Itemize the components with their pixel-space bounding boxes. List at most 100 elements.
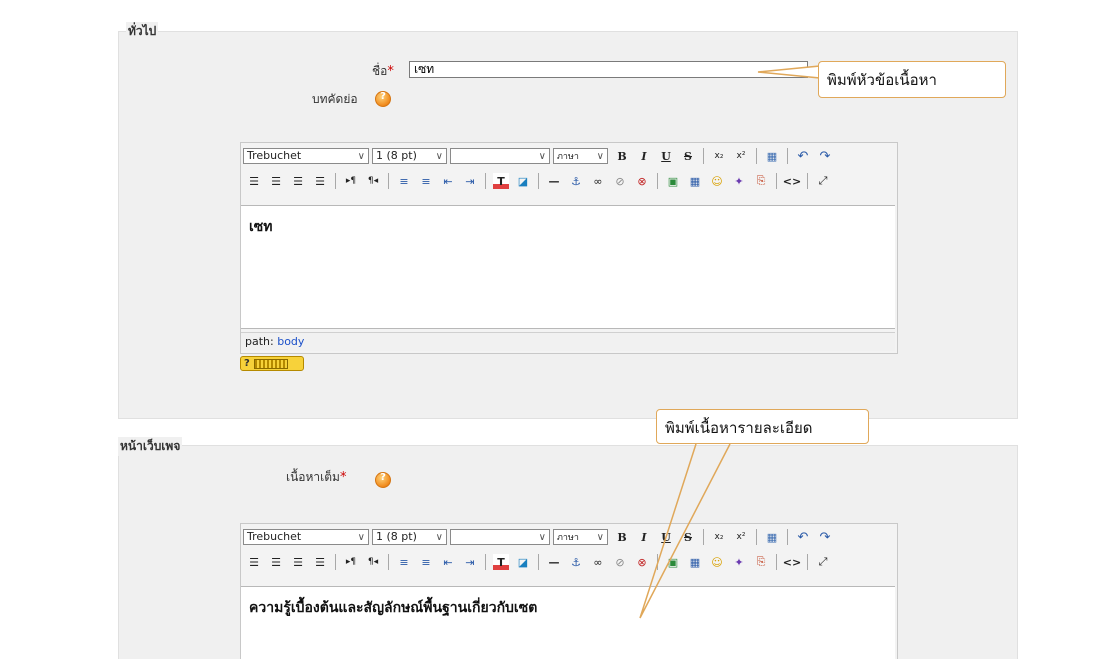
link-icon[interactable]: ∞ bbox=[590, 554, 606, 570]
undo-icon[interactable]: ↶ bbox=[795, 529, 811, 545]
italic-button[interactable]: I bbox=[636, 529, 652, 545]
special-char-icon[interactable]: ✦ bbox=[731, 173, 747, 189]
paste-text-icon[interactable]: ⎘ bbox=[753, 554, 769, 570]
size-select-value: 1 (8 pt) bbox=[376, 530, 417, 543]
name-label-text: ชื่อ bbox=[372, 64, 388, 78]
bold-button[interactable]: B bbox=[614, 148, 630, 164]
align-center-icon[interactable]: ☰ bbox=[268, 173, 284, 189]
size-select-value: 1 (8 pt) bbox=[376, 149, 417, 162]
link-icon[interactable]: ∞ bbox=[590, 173, 606, 189]
subscript-button[interactable]: x₂ bbox=[711, 148, 727, 164]
superscript-button[interactable]: x² bbox=[733, 529, 749, 545]
align-left-icon[interactable]: ☰ bbox=[246, 554, 262, 570]
path-body-link[interactable]: body bbox=[277, 335, 304, 348]
indent-icon[interactable]: ⇥ bbox=[462, 554, 478, 570]
ordered-list-icon[interactable]: ≡ bbox=[396, 173, 412, 189]
toolbar-separator bbox=[538, 173, 539, 189]
anchor-icon[interactable]: ⚓ bbox=[568, 554, 584, 570]
smiley-icon[interactable]: ☺ bbox=[709, 173, 725, 189]
content-help-icon[interactable] bbox=[375, 472, 391, 488]
rtl-icon[interactable]: ¶◂ bbox=[365, 554, 381, 570]
unlink-icon[interactable]: ⊘ bbox=[612, 554, 628, 570]
superscript-button[interactable]: x² bbox=[733, 148, 749, 164]
fullscreen-icon[interactable]: ⤢ bbox=[815, 554, 831, 570]
general-legend: ทั่วไป bbox=[126, 22, 159, 41]
page: ทั่วไป ชื่อ* บทคัดย่อ Trebuchet∨ 1 (8 pt… bbox=[0, 0, 1108, 659]
insert-table-icon[interactable]: ▦ bbox=[687, 554, 703, 570]
paste-word-icon[interactable]: ▦ bbox=[764, 529, 780, 545]
smiley-icon[interactable]: ☺ bbox=[709, 554, 725, 570]
content-label-text: เนื้อหาเต็ม bbox=[286, 470, 340, 484]
language-select[interactable]: ภาษา ∨ bbox=[553, 529, 608, 545]
undo-icon[interactable]: ↶ bbox=[795, 148, 811, 164]
unlink-icon[interactable]: ⊘ bbox=[612, 173, 628, 189]
paste-text-icon[interactable]: ⎘ bbox=[753, 173, 769, 189]
align-right-icon[interactable]: ☰ bbox=[290, 554, 306, 570]
anchor-icon[interactable]: ⚓ bbox=[568, 173, 584, 189]
html-source-icon[interactable]: <> bbox=[783, 173, 801, 189]
chevron-down-icon: ∨ bbox=[538, 151, 546, 162]
language-select-value: ภาษา bbox=[557, 152, 579, 162]
outdent-icon[interactable]: ⇤ bbox=[440, 173, 456, 189]
language-select[interactable]: ภาษา ∨ bbox=[553, 148, 608, 164]
text-color-icon[interactable]: T bbox=[493, 173, 509, 189]
size-select[interactable]: 1 (8 pt) ∨ bbox=[372, 529, 447, 545]
font-select[interactable]: Trebuchet ∨ bbox=[243, 148, 369, 164]
keyboard-help-label: ? bbox=[244, 358, 250, 369]
subscript-button[interactable]: x₂ bbox=[711, 529, 727, 545]
editor2-toolbar-row2: ☰ ☰ ☰ ☰ ▸¶ ¶◂ ≡ ≡ ⇤ ⇥ T ◪ — ⚓ ∞ ⊘ ⊗ ▣ ▦ … bbox=[243, 551, 834, 573]
ltr-icon[interactable]: ▸¶ bbox=[343, 554, 359, 570]
html-source-icon[interactable]: <> bbox=[783, 554, 801, 570]
unordered-list-icon[interactable]: ≡ bbox=[418, 173, 434, 189]
size-select[interactable]: 1 (8 pt) ∨ bbox=[372, 148, 447, 164]
content-editor-area[interactable]: ความรู้เบื้องต้นและสัญลักษณ์พื้นฐานเกี่ย… bbox=[241, 586, 895, 659]
underline-button[interactable]: U bbox=[658, 148, 674, 164]
redo-icon[interactable]: ↷ bbox=[817, 529, 833, 545]
toolbar-separator bbox=[776, 554, 777, 570]
special-char-icon[interactable]: ✦ bbox=[731, 554, 747, 570]
justify-icon[interactable]: ☰ bbox=[312, 554, 328, 570]
toolbar-separator bbox=[335, 173, 336, 189]
heading-select[interactable]: ∨ bbox=[450, 529, 550, 545]
insert-image-icon[interactable]: ▣ bbox=[665, 173, 681, 189]
background-color-icon[interactable]: ◪ bbox=[515, 173, 531, 189]
horizontal-rule-icon[interactable]: — bbox=[546, 173, 562, 189]
bold-button[interactable]: B bbox=[614, 529, 630, 545]
strikethrough-button[interactable]: S bbox=[680, 148, 696, 164]
ordered-list-icon[interactable]: ≡ bbox=[396, 554, 412, 570]
nolink-icon[interactable]: ⊗ bbox=[634, 554, 650, 570]
text-color-icon[interactable]: T bbox=[493, 554, 509, 570]
redo-icon[interactable]: ↷ bbox=[817, 148, 833, 164]
underline-button[interactable]: U bbox=[658, 529, 674, 545]
summary-help-icon[interactable] bbox=[375, 91, 391, 107]
rtl-icon[interactable]: ¶◂ bbox=[365, 173, 381, 189]
background-color-icon[interactable]: ◪ bbox=[515, 554, 531, 570]
strikethrough-button[interactable]: S bbox=[680, 529, 696, 545]
paste-word-icon[interactable]: ▦ bbox=[764, 148, 780, 164]
editor1-toolbar-row2: ☰ ☰ ☰ ☰ ▸¶ ¶◂ ≡ ≡ ⇤ ⇥ T ◪ — ⚓ ∞ ⊘ ⊗ ▣ ▦ … bbox=[243, 170, 834, 192]
name-label: ชื่อ* bbox=[372, 62, 394, 81]
horizontal-rule-icon[interactable]: — bbox=[546, 554, 562, 570]
insert-table-icon[interactable]: ▦ bbox=[687, 173, 703, 189]
content-label: เนื้อหาเต็ม* bbox=[286, 468, 346, 487]
toolbar-separator bbox=[388, 173, 389, 189]
unordered-list-icon[interactable]: ≡ bbox=[418, 554, 434, 570]
ltr-icon[interactable]: ▸¶ bbox=[343, 173, 359, 189]
editor2-toolbar-row1: Trebuchet ∨ 1 (8 pt) ∨ ∨ ภาษา ∨ B I U S x₂ … bbox=[243, 526, 836, 548]
editor1-path-bar: path: body bbox=[241, 332, 895, 351]
fullscreen-icon[interactable]: ⤢ bbox=[815, 173, 831, 189]
font-select[interactable]: Trebuchet ∨ bbox=[243, 529, 369, 545]
align-left-icon[interactable]: ☰ bbox=[246, 173, 262, 189]
align-right-icon[interactable]: ☰ bbox=[290, 173, 306, 189]
heading-select[interactable]: ∨ bbox=[450, 148, 550, 164]
outdent-icon[interactable]: ⇤ bbox=[440, 554, 456, 570]
keyboard-help-button[interactable]: ? bbox=[240, 356, 304, 371]
italic-button[interactable]: I bbox=[636, 148, 652, 164]
justify-icon[interactable]: ☰ bbox=[312, 173, 328, 189]
nolink-icon[interactable]: ⊗ bbox=[634, 173, 650, 189]
name-input[interactable] bbox=[409, 61, 808, 78]
insert-image-icon[interactable]: ▣ bbox=[665, 554, 681, 570]
align-center-icon[interactable]: ☰ bbox=[268, 554, 284, 570]
summary-editor-area[interactable]: เซท bbox=[241, 205, 895, 329]
indent-icon[interactable]: ⇥ bbox=[462, 173, 478, 189]
